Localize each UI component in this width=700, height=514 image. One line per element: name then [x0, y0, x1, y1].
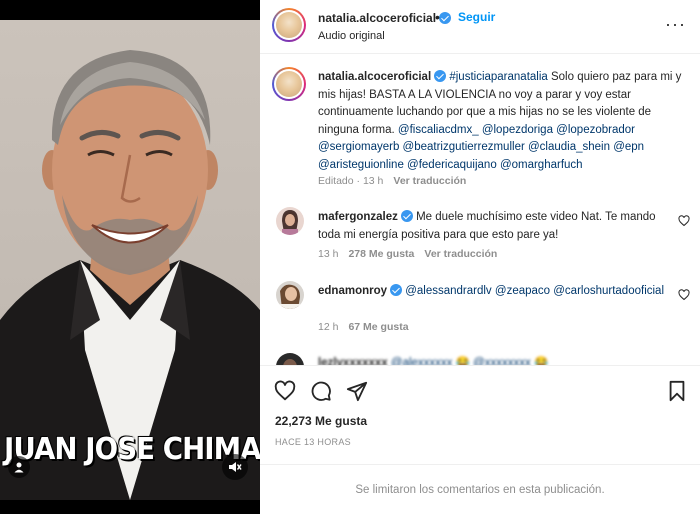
comment-likes[interactable]: 67 Me gusta	[348, 321, 408, 333]
comment-meta: 13 h 278 Me gusta Ver traducción	[318, 248, 497, 260]
like-heart-icon[interactable]	[274, 380, 296, 402]
verified-badge-icon	[400, 210, 413, 222]
mention-link[interactable]: @aristeguionline	[318, 159, 404, 171]
save-bookmark-icon[interactable]	[666, 380, 688, 402]
user-icon	[14, 462, 24, 473]
comment-username[interactable]: lezlyxxxxxxx	[318, 357, 388, 365]
header-separator: •	[435, 9, 440, 25]
mention-link[interactable]: @beatrizgutierrezmuller	[403, 141, 525, 153]
verified-badge-icon	[390, 284, 403, 296]
comment-likes[interactable]: 278 Me gusta	[348, 248, 414, 260]
caption-username[interactable]: natalia.alcoceroficial	[318, 70, 447, 83]
comment-item: mafergonzalez Me duele muchísimo este vi…	[318, 209, 668, 244]
author-username[interactable]: natalia.alcoceroficial	[318, 11, 452, 25]
video-caption-overlay: JUAN JOSE CHIMAL	[4, 432, 260, 467]
post-details-panel: natalia.alcoceroficial • Seguir Audio or…	[260, 0, 700, 514]
caption-hashtag[interactable]: #justiciaparanatalia	[449, 71, 547, 83]
verified-badge-icon	[434, 70, 447, 82]
caption-time: Editado · 13 h	[318, 175, 384, 187]
commenter-avatar[interactable]	[276, 207, 304, 235]
comment-username[interactable]: ednamonroy	[318, 284, 403, 297]
commenter-avatar[interactable]	[276, 281, 304, 309]
comment-time: 13 h	[318, 248, 339, 260]
comment-username[interactable]: mafergonzalez	[318, 210, 413, 223]
comment-meta: 12 h 67 Me gusta	[318, 321, 409, 333]
comment-bubble-icon[interactable]	[310, 380, 332, 402]
tagged-users-button[interactable]	[8, 456, 30, 478]
audio-label[interactable]: Audio original	[318, 30, 385, 42]
caption-meta: Editado · 13 h Ver traducción	[318, 175, 466, 187]
mention-link[interactable]: @lopezdoriga	[482, 124, 553, 136]
follow-button[interactable]: Seguir	[458, 10, 495, 24]
more-options-button[interactable]: ···	[665, 14, 686, 35]
mention-link[interactable]: @zeapaco	[495, 285, 550, 297]
verified-badge-icon	[439, 12, 452, 24]
like-comment-heart-icon[interactable]	[678, 289, 690, 301]
post-media[interactable]: JUAN JOSE CHIMAL	[0, 0, 260, 514]
mention-link[interactable]: @fiscaliacdmx_	[398, 124, 479, 136]
mention-link[interactable]: @alessandrardlv	[405, 285, 491, 297]
portrait-image	[0, 50, 260, 500]
post-caption: natalia.alcoceroficial #justiciaparanata…	[318, 69, 688, 174]
comment-item-partial: lezlyxxxxxxx @alexxxxxx 😂 @xxxxxxxx 😂	[318, 355, 668, 365]
author-avatar[interactable]	[272, 8, 306, 42]
mute-toggle-button[interactable]	[222, 454, 248, 480]
mention-link[interactable]: @epn	[613, 141, 644, 153]
likes-count[interactable]: 22,273 Me gusta	[275, 414, 367, 428]
post-video-frame[interactable]	[0, 20, 260, 500]
translate-link[interactable]: Ver traducción	[393, 175, 466, 187]
mention-link[interactable]: @federicaquijano	[407, 159, 497, 171]
post-actions: 22,273 Me gusta HACE 13 HORAS	[260, 365, 700, 465]
comment-text: @alexxxxxx 😂 @xxxxxxxx 😂	[390, 357, 549, 365]
comments-section[interactable]: natalia.alcoceroficial #justiciaparanata…	[260, 55, 700, 365]
mention-link[interactable]: @sergiomayerb	[318, 141, 399, 153]
mention-link[interactable]: @omargharfuch	[500, 159, 583, 171]
caption-author-avatar[interactable]	[272, 67, 306, 101]
translate-link[interactable]: Ver traducción	[424, 248, 497, 260]
mention-link[interactable]: @carloshurtadooficial	[553, 285, 664, 297]
commenter-avatar[interactable]	[276, 353, 304, 365]
mention-link[interactable]: @lopezobrador	[556, 124, 635, 136]
share-send-icon[interactable]	[346, 380, 368, 402]
post-timestamp: HACE 13 HORAS	[275, 437, 351, 447]
like-comment-heart-icon[interactable]	[678, 215, 690, 227]
comments-limited-notice: Se limitaron los comentarios en esta pub…	[355, 484, 605, 496]
post-header: natalia.alcoceroficial • Seguir Audio or…	[260, 0, 700, 54]
comment-time: 12 h	[318, 321, 339, 333]
mention-link[interactable]: @claudia_shein	[528, 141, 610, 153]
muted-speaker-icon	[229, 462, 242, 472]
comment-item: ednamonroy @alessandrardlv @zeapaco @car…	[318, 283, 668, 301]
